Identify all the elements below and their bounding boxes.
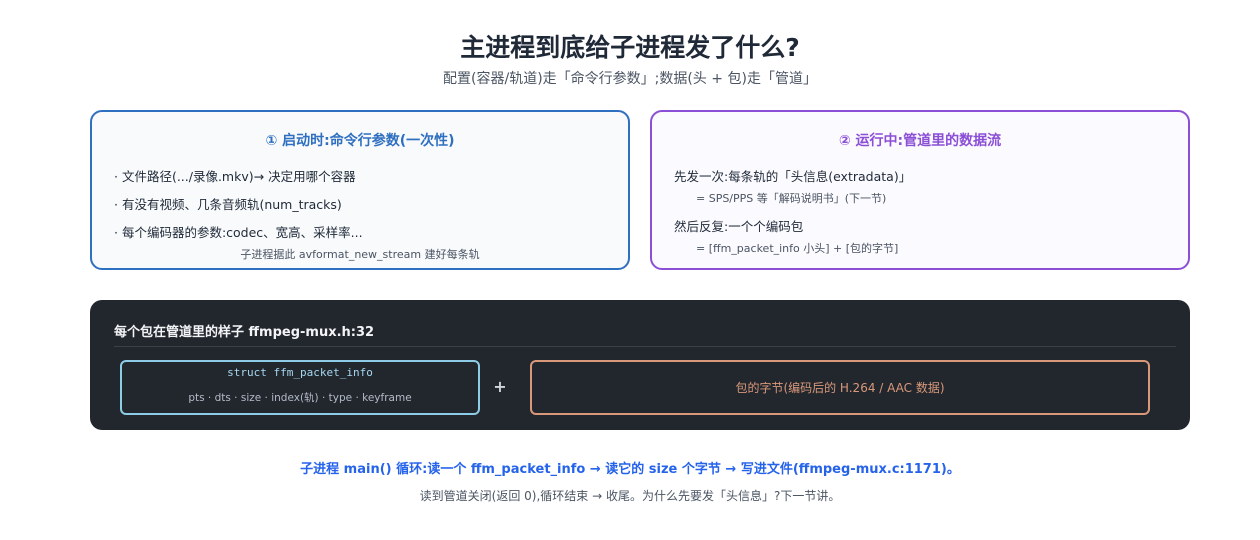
page-title: 主进程到底给子进程发了什么?	[460, 33, 800, 62]
divider	[114, 346, 1176, 347]
struct-fields: pts · dts · size · index(轨) · type · key…	[188, 392, 412, 404]
extradata-line: 先发一次:每条轨的「头信息(extradata)」	[674, 169, 912, 184]
startup-args-card: ① 启动时:命令行参数(一次性) · 文件路径(.../录像.mkv)→ 决定用…	[90, 110, 630, 270]
list-item: · 文件路径(.../录像.mkv)→ 决定用哪个容器	[114, 169, 356, 184]
pipe-stream-card: ② 运行中:管道里的数据流 先发一次:每条轨的「头信息(extradata)」 …	[650, 110, 1190, 270]
page-subtitle: 配置(容器/轨道)走「命令行参数」;数据(头 + 包)走「管道」	[443, 71, 817, 87]
packet-layout-title: 每个包在管道里的样子 ffmpeg-mux.h:32	[114, 325, 375, 340]
packet-layout-panel: 每个包在管道里的样子 ffmpeg-mux.h:32 struct ffm_pa…	[90, 300, 1190, 430]
plus-icon: +	[493, 377, 507, 396]
startup-args-title: ① 启动时:命令行参数(一次性)	[265, 133, 455, 149]
packets-note: = [ffm_packet_info 小头] + [包的字节]	[696, 242, 899, 255]
loop-end-note: 读到管道关闭(返回 0),循环结束 → 收尾。为什么先要发「头信息」?下一节讲。	[419, 489, 841, 503]
pipe-stream-title: ② 运行中:管道里的数据流	[838, 133, 1002, 149]
list-item: · 每个编码器的参数:codec、宽高、采样率...	[114, 225, 363, 240]
loop-summary: 子进程 main() 循环:读一个 ffm_packet_info → 读它的 …	[300, 462, 960, 477]
packet-info-struct-box: struct ffm_packet_info pts · dts · size …	[120, 360, 480, 415]
packets-line: 然后反复:一个个编码包	[674, 219, 804, 234]
extradata-note: = SPS/PPS 等「解码说明书」(下一节)	[696, 192, 887, 205]
startup-args-footer: 子进程据此 avformat_new_stream 建好每条轨	[240, 248, 480, 261]
list-item: · 有没有视频、几条音频轨(num_tracks)	[114, 197, 342, 212]
struct-name: struct ffm_packet_info	[227, 366, 373, 379]
packet-bytes-box: 包的字节(编码后的 H.264 / AAC 数据)	[530, 360, 1150, 415]
